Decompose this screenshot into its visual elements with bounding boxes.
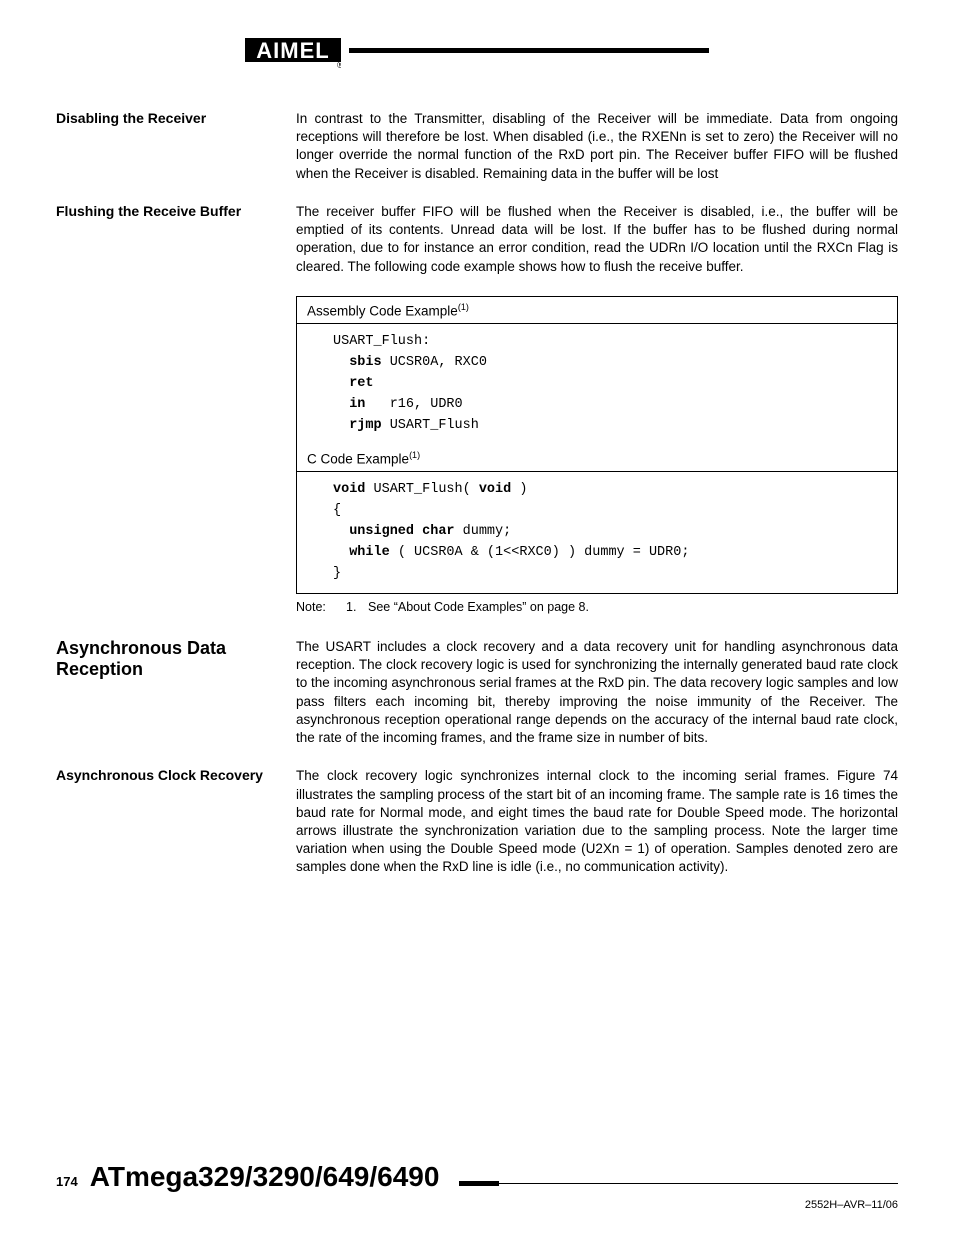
section-async-clock: Asynchronous Clock Recovery The clock re… (56, 767, 898, 876)
page-number: 174 (56, 1174, 78, 1189)
body-async-data: The USART includes a clock recovery and … (296, 638, 898, 747)
note-text: See “About Code Examples” on page 8. (368, 600, 589, 614)
note-label: Note: (296, 600, 346, 614)
code-title-c: C Code Example(1) (297, 445, 897, 473)
body-flushing-buffer: The receiver buffer FIFO will be flushed… (296, 203, 898, 276)
note-number: 1. (346, 600, 368, 614)
code-body-assembly: USART_Flush: sbis UCSR0A, RXC0 ret in r1… (297, 324, 897, 445)
heading-async-data: Asynchronous Data Reception (56, 638, 296, 680)
atmel-logo-icon: AIMEL ® (245, 30, 341, 70)
body-disabling-receiver: In contrast to the Transmitter, disablin… (296, 110, 898, 183)
document-code: 2552H–AVR–11/06 (56, 1199, 898, 1211)
header-rule (349, 48, 709, 53)
footer-title-row: 174 ATmega329/3290/649/6490 (56, 1161, 898, 1193)
heading-async-clock: Asynchronous Clock Recovery (56, 767, 296, 783)
heading-disabling-receiver: Disabling the Receiver (56, 110, 296, 126)
body-async-clock: The clock recovery logic synchronizes in… (296, 767, 898, 876)
note-row: Note: 1. See “About Code Examples” on pa… (296, 600, 898, 614)
header-logo-row: AIMEL ® (56, 30, 898, 70)
section-disabling-receiver: Disabling the Receiver In contrast to th… (56, 110, 898, 183)
code-title-assembly: Assembly Code Example(1) (297, 297, 897, 325)
code-box-assembly: Assembly Code Example(1) USART_Flush: sb… (296, 296, 898, 594)
document-title: ATmega329/3290/649/6490 (90, 1161, 440, 1193)
svg-text:®: ® (337, 60, 341, 70)
code-title-c-text: C Code Example (307, 451, 409, 466)
heading-flushing-buffer: Flushing the Receive Buffer (56, 203, 296, 219)
page: AIMEL ® Disabling the Receiver In contra… (0, 0, 954, 1235)
code-title-assembly-sup: (1) (458, 302, 469, 312)
section-flushing-buffer: Flushing the Receive Buffer The receiver… (56, 203, 898, 276)
section-async-data: Asynchronous Data Reception The USART in… (56, 638, 898, 747)
footer-rule (459, 1181, 898, 1186)
code-title-assembly-text: Assembly Code Example (307, 303, 458, 318)
svg-text:AIMEL: AIMEL (256, 38, 329, 63)
page-footer: 174 ATmega329/3290/649/6490 2552H–AVR–11… (56, 1161, 898, 1211)
code-title-c-sup: (1) (409, 450, 420, 460)
code-body-c: void USART_Flush( void ) { unsigned char… (297, 472, 897, 593)
